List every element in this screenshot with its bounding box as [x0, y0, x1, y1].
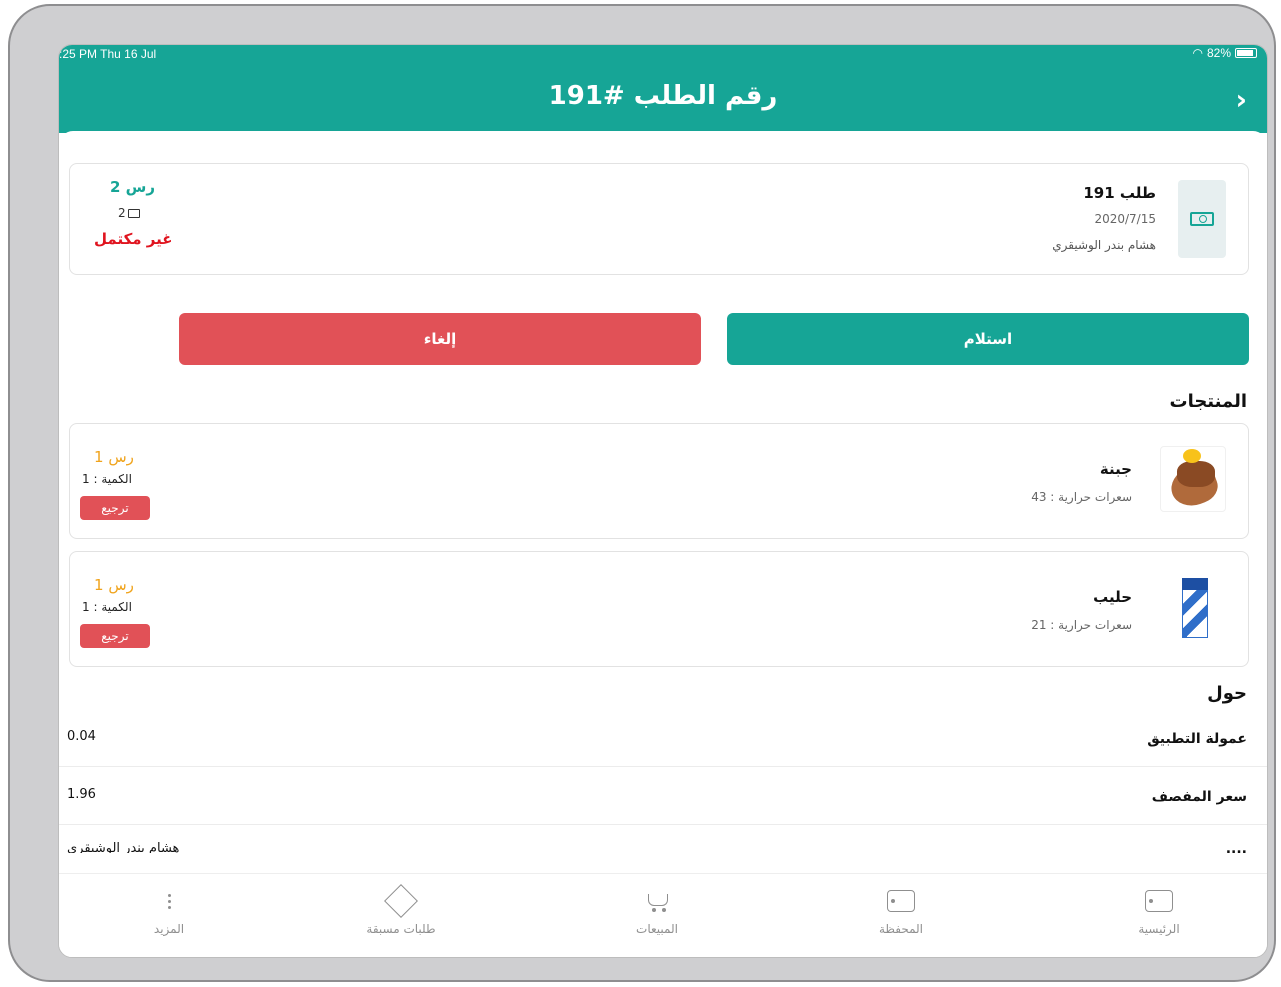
order-price: 2 رس [110, 178, 156, 196]
info-value: هشام بندر الوشيقري [67, 841, 180, 853]
cancel-button[interactable]: إلغاء [179, 313, 701, 365]
product-name: جبنة [1099, 460, 1132, 478]
accept-button[interactable]: استلام [727, 313, 1249, 365]
product-calories: سعرات حرارية : 43 [1031, 490, 1132, 504]
tab-sales[interactable]: المبيعات [597, 886, 717, 936]
order-title: طلب 191 [1083, 184, 1156, 202]
home-icon [1145, 890, 1173, 912]
header-bar: :25 PM Thu 16 Jul ◠ 82% رقم الطلب #191 › [59, 45, 1267, 133]
order-date: 2020/7/15 [1094, 212, 1156, 226]
info-value: 0.04 [67, 729, 96, 744]
info-row: عمولة التطبيق 0.04 [59, 709, 1267, 767]
app-screen: :25 PM Thu 16 Jul ◠ 82% رقم الطلب #191 ›… [58, 44, 1268, 958]
products-heading: المنتجات [1169, 391, 1247, 412]
order-thumbnail [1178, 180, 1226, 258]
battery-percent: 82% [1206, 46, 1231, 60]
tab-more[interactable]: المزيد [109, 886, 229, 936]
info-value: 1.96 [67, 787, 96, 802]
about-heading: حول [1207, 683, 1247, 704]
battery-icon [1235, 48, 1257, 58]
tab-label: الرئيسية [1138, 922, 1180, 936]
product-card: حليب سعرات حرارية : 21 1 رس الكمية : 1 ت… [69, 551, 1249, 667]
product-name: حليب [1093, 588, 1132, 606]
info-label: عمولة التطبيق [1147, 731, 1247, 747]
cart-icon [644, 890, 670, 912]
tab-preorders[interactable]: طلبات مسبقة [341, 884, 461, 936]
order-items-count: 2 [118, 206, 140, 220]
return-button[interactable]: ترجيع [80, 496, 150, 520]
tab-label: المحفظة [878, 922, 924, 936]
status-indicators: ◠ 82% [1192, 46, 1257, 60]
device-frame: :25 PM Thu 16 Jul ◠ 82% رقم الطلب #191 ›… [8, 4, 1276, 982]
wifi-icon: ◠ [1192, 46, 1203, 60]
tab-wallet[interactable]: المحفظة [841, 886, 961, 936]
product-calories: سعرات حرارية : 21 [1031, 618, 1132, 632]
order-summary-card: طلب 191 2020/7/15 هشام بندر الوشيقري 2 ر… [69, 163, 1249, 275]
chevron-right-icon[interactable]: › [1235, 83, 1247, 116]
info-row: .... هشام بندر الوشيقري [59, 825, 1267, 853]
status-time: :25 PM Thu 16 Jul [59, 47, 157, 61]
more-icon [167, 893, 171, 909]
product-price: 1 رس [94, 448, 134, 466]
return-button[interactable]: ترجيع [80, 624, 150, 648]
product-quantity: الكمية : 1 [82, 472, 132, 486]
product-quantity: الكمية : 1 [82, 600, 132, 614]
items-count: 2 [118, 206, 126, 220]
product-card: جبنة سعرات حرارية : 43 1 رس الكمية : 1 ت… [69, 423, 1249, 539]
info-row: سعر المفصف 1.96 [59, 767, 1267, 825]
tab-label: المبيعات [636, 922, 678, 936]
tab-label: المزيد [153, 922, 185, 936]
tab-label: طلبات مسبقة [366, 922, 436, 936]
money-icon [1190, 212, 1214, 226]
info-label: سعر المفصف [1151, 789, 1247, 805]
order-customer: هشام بندر الوشيقري [1052, 238, 1156, 252]
product-image [1160, 446, 1226, 512]
box-icon [384, 884, 418, 918]
wallet-icon [887, 890, 915, 912]
envelope-icon [127, 208, 140, 218]
page-title: رقم الطلب #191 [548, 81, 778, 111]
tab-home[interactable]: الرئيسية [1099, 886, 1219, 936]
product-image [1160, 574, 1226, 640]
product-price: 1 رس [94, 576, 134, 594]
order-status: غير مكتمل [94, 230, 173, 248]
info-label: .... [1225, 841, 1247, 853]
bottom-tab-bar: الرئيسية المحفظة المبيعات طلبات مسبقة ال… [59, 873, 1267, 957]
